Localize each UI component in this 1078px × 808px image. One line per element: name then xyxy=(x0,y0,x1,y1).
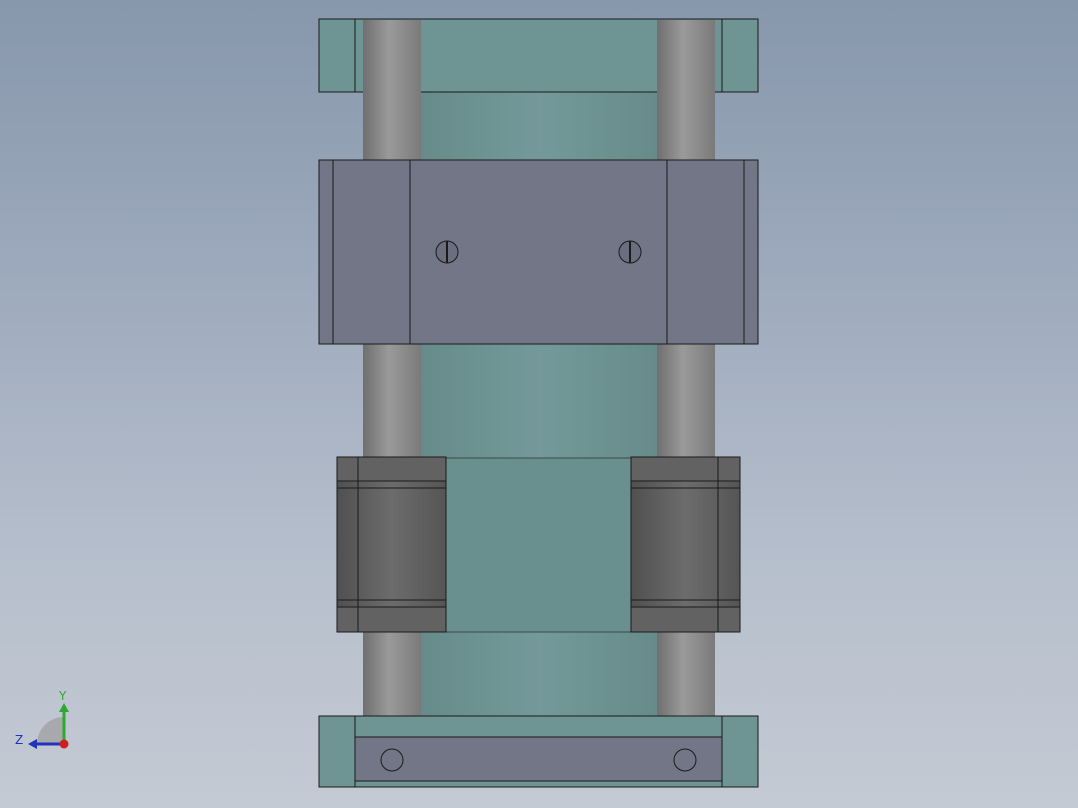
base-hole-left[interactable] xyxy=(380,748,404,772)
cad-viewport[interactable]: Y Z xyxy=(0,0,1078,808)
linear-bearing-right[interactable] xyxy=(630,456,741,633)
clamp-screw-left[interactable] xyxy=(435,240,459,264)
central-plate[interactable] xyxy=(420,20,658,785)
clamp-screw-right[interactable] xyxy=(618,240,642,264)
base-hole-right[interactable] xyxy=(673,748,697,772)
z-axis-arrowhead xyxy=(28,739,37,749)
y-axis-arrowhead xyxy=(59,703,69,712)
x-axis-point xyxy=(59,739,69,749)
plate-lower-section xyxy=(445,457,633,633)
linear-bearing-left[interactable] xyxy=(336,456,447,633)
axis-triad-icon[interactable]: Y Z xyxy=(15,689,69,749)
z-axis-label: Z xyxy=(15,733,23,747)
y-axis-label: Y xyxy=(58,689,67,703)
clamp-block[interactable] xyxy=(318,159,759,345)
